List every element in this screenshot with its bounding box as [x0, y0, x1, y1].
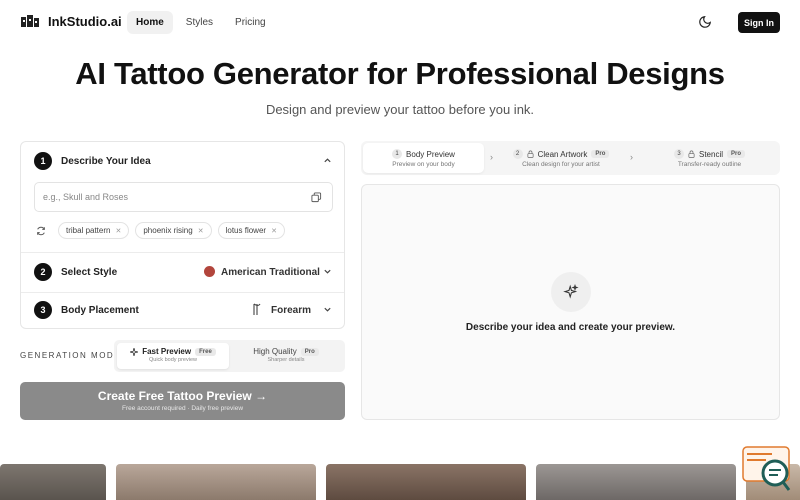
step-style-header[interactable]: 2 Select Style American Traditional	[21, 262, 344, 282]
idea-input[interactable]: e.g., Skull and Roses	[34, 182, 333, 212]
copy-icon[interactable]	[311, 192, 322, 203]
pro-badge: Pro	[300, 347, 319, 356]
sign-in-button[interactable]: Sign In	[738, 12, 780, 33]
pro-badge: Pro	[727, 150, 746, 158]
chevron-up-icon[interactable]	[323, 156, 332, 167]
lock-icon	[688, 150, 695, 158]
suggestion-chip[interactable]: lotus flower ✕	[217, 222, 285, 239]
chevron-down-icon[interactable]	[323, 305, 332, 316]
preview-empty-text: Describe your idea and create your previ…	[465, 322, 676, 333]
chat-widget-button[interactable]	[742, 446, 792, 492]
arrow-right-icon: →	[255, 389, 268, 403]
gallery-image[interactable]	[0, 464, 106, 500]
theme-toggle-button[interactable]	[696, 13, 714, 31]
forearm-icon	[252, 303, 262, 321]
preview-area: Describe your idea and create your previ…	[361, 184, 780, 420]
high-quality-option[interactable]: High Quality Pro Sharper details	[230, 343, 342, 369]
design-form: 1 Describe Your Idea e.g., Skull and Ros…	[20, 141, 345, 329]
logo-icon	[21, 15, 39, 27]
suggestion-chip[interactable]: phoenix rising ✕	[135, 222, 212, 239]
gallery-image[interactable]	[536, 464, 736, 500]
chevron-right-icon: ›	[630, 152, 633, 162]
step-number: 1	[34, 152, 52, 170]
moon-icon	[699, 16, 711, 28]
step-label: Body Placement	[61, 304, 139, 316]
step-label: Describe Your Idea	[61, 155, 151, 167]
close-icon[interactable]: ✕	[271, 227, 277, 235]
style-thumbnail-icon	[204, 266, 215, 277]
tab-body-preview[interactable]: 1 Body Preview Preview on your body	[363, 143, 484, 173]
gallery-image[interactable]	[326, 464, 526, 500]
generation-mode-label: GENERATION MODE	[20, 351, 122, 360]
selected-style: American Traditional	[221, 266, 320, 278]
selected-placement: Forearm	[271, 304, 312, 316]
cta-note: Free account required · Daily free previ…	[121, 405, 244, 412]
gallery-image[interactable]	[116, 464, 316, 500]
step-number: 2	[34, 263, 52, 281]
step-describe-header[interactable]: 1 Describe Your Idea	[21, 151, 344, 171]
divider	[21, 252, 344, 253]
idea-input-placeholder: e.g., Skull and Roses	[43, 192, 129, 202]
main-nav: Home Styles Pricing	[127, 11, 275, 34]
close-icon[interactable]: ✕	[198, 227, 204, 235]
sparkles-icon	[551, 272, 591, 312]
pro-badge: Pro	[591, 150, 610, 158]
page-title: AI Tattoo Generator for Professional Des…	[75, 56, 725, 91]
create-preview-button[interactable]: Create Free Tattoo Preview → Free accoun…	[20, 382, 345, 420]
output-tabs: 1 Body Preview Preview on your body › 2 C…	[361, 141, 780, 175]
brand-logo[interactable]: InkStudio.ai	[20, 13, 122, 29]
brand-name: InkStudio.ai	[48, 13, 122, 29]
generation-mode-toggle: Fast Preview Free Quick body preview Hig…	[114, 340, 345, 372]
lock-icon	[527, 150, 534, 158]
nav-pricing[interactable]: Pricing	[226, 11, 275, 34]
step-label: Select Style	[61, 266, 118, 278]
free-badge: Free	[195, 347, 216, 356]
step-number: 3	[34, 301, 52, 319]
chat-icon	[742, 446, 791, 491]
divider	[21, 292, 344, 293]
step-placement-header[interactable]: 3 Body Placement Forearm	[21, 300, 344, 320]
refresh-icon[interactable]	[34, 224, 48, 238]
sparkle-icon	[130, 347, 139, 356]
chevron-right-icon: ›	[490, 152, 493, 162]
chevron-down-icon[interactable]	[323, 267, 332, 278]
tab-stencil[interactable]: 3 Stencil Pro Transfer-ready outline	[641, 143, 778, 173]
tab-clean-artwork[interactable]: 2 Clean Artwork Pro Clean design for your…	[501, 143, 621, 173]
page-subtitle: Design and preview your tattoo before yo…	[265, 102, 535, 117]
close-icon[interactable]: ✕	[115, 227, 121, 235]
nav-home[interactable]: Home	[127, 11, 173, 34]
top-nav: InkStudio.ai Home Styles Pricing Sign In	[0, 0, 800, 44]
fast-preview-option[interactable]: Fast Preview Free Quick body preview	[117, 343, 229, 369]
suggestion-chip[interactable]: tribal pattern ✕	[58, 222, 130, 239]
nav-styles[interactable]: Styles	[177, 11, 222, 34]
suggestion-chips: tribal pattern ✕ phoenix rising ✕ lotus fl…	[34, 222, 285, 239]
